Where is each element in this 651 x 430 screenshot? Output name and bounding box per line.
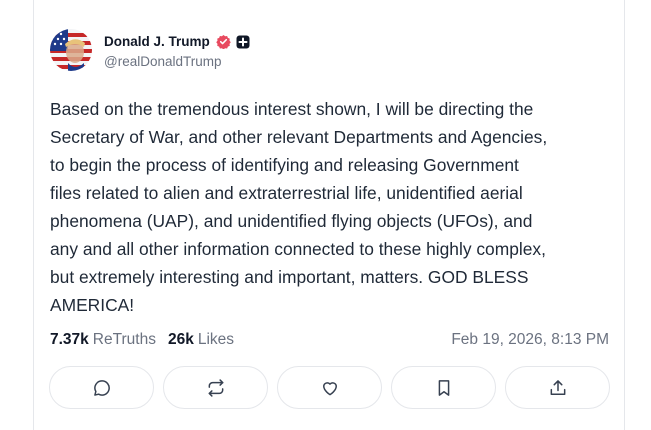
heart-icon xyxy=(322,381,337,395)
bookmark-button[interactable] xyxy=(391,366,496,409)
post-text: Based on the tremendous interest shown, … xyxy=(50,99,548,315)
post-timestamp[interactable]: Feb 19, 2026, 8:13 PM xyxy=(451,331,609,349)
name-row: Donald J. Trump xyxy=(104,32,250,52)
retruth-button[interactable] xyxy=(163,366,268,409)
author-names: Donald J. Trump @realDonaldTrump xyxy=(104,32,250,69)
plus-badge-icon xyxy=(236,35,250,49)
likes-label[interactable]: Likes xyxy=(198,331,234,349)
post-header: Donald J. Trump @realDonaldTrump xyxy=(50,29,250,71)
reply-icon xyxy=(93,379,110,396)
post-card: Donald J. Trump @realDonaldTrump Based o… xyxy=(33,0,625,430)
share-icon xyxy=(550,379,565,395)
retruths-label[interactable]: ReTruths xyxy=(93,331,156,349)
retruth-icon xyxy=(208,378,223,397)
retruths-count[interactable]: 7.37k xyxy=(50,331,89,349)
display-name[interactable]: Donald J. Trump xyxy=(104,34,210,49)
action-bar xyxy=(49,366,610,409)
avatar-flag-portrait-icon xyxy=(50,29,92,71)
share-button[interactable] xyxy=(505,366,610,409)
likes-count[interactable]: 26k xyxy=(168,331,194,349)
bookmark-icon xyxy=(438,379,449,396)
avatar[interactable] xyxy=(50,29,92,71)
post-stats: 7.37k ReTruths 26k Likes Feb 19, 2026, 8… xyxy=(50,331,609,349)
verified-badge-icon xyxy=(216,34,231,50)
reply-button[interactable] xyxy=(49,366,154,409)
like-button[interactable] xyxy=(277,366,382,409)
handle[interactable]: @realDonaldTrump xyxy=(104,54,250,69)
